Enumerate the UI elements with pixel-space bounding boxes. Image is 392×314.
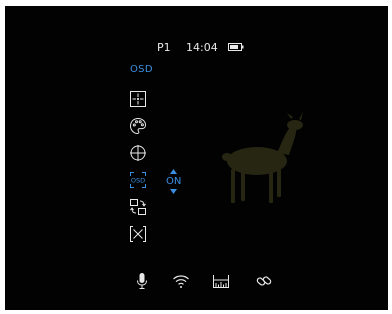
wifi-icon[interactable] [172,272,190,290]
link-icon[interactable] [255,272,273,290]
pip-icon[interactable] [129,198,147,216]
microphone-icon[interactable] [133,272,151,290]
battery-icon [228,43,244,51]
svg-text:OSD: OSD [131,177,145,185]
exit-icon[interactable] [129,225,147,243]
clock: 14:04 [186,41,218,54]
osd-icon[interactable]: OSD [129,171,147,189]
reticle-icon[interactable] [129,90,147,108]
rangefinder-icon[interactable] [212,272,230,290]
profile-indicator: P1 [157,41,171,54]
arrow-up-icon[interactable] [170,169,177,174]
palette-icon[interactable] [129,117,147,135]
crosshair-icon[interactable] [129,144,147,162]
deer-thermal-image [222,112,303,203]
viewfinder-screen: P1 14:04 OSD OSD ON [5,6,388,310]
osd-value: ON [166,176,182,187]
arrow-down-icon[interactable] [170,189,177,194]
menu-title: OSD [130,64,153,75]
osd-value-selector[interactable]: ON [163,169,183,195]
